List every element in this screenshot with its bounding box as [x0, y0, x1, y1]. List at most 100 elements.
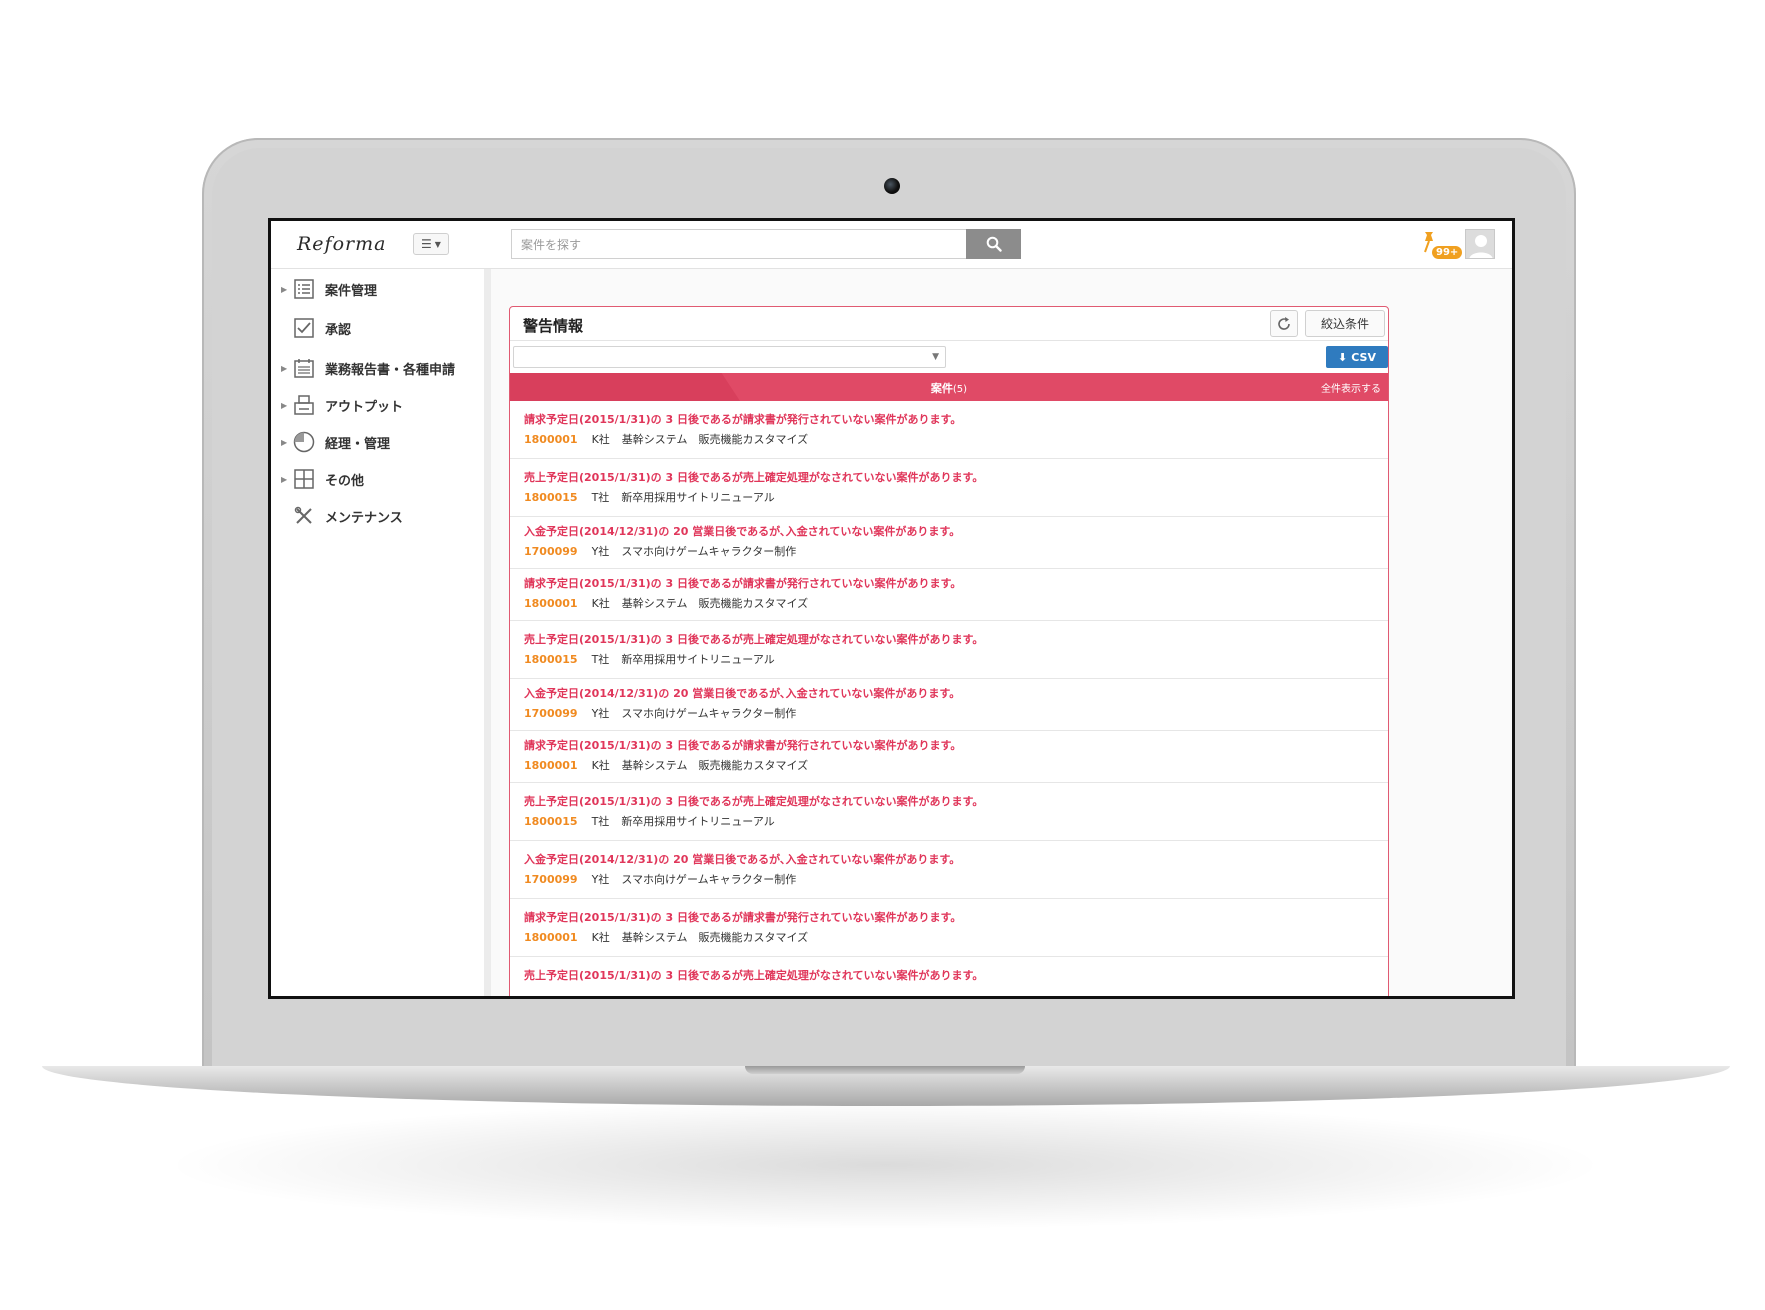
sidebar-item-label: 案件管理	[325, 283, 378, 299]
project-id[interactable]: 1800015	[524, 653, 578, 666]
csv-label: CSV	[1351, 350, 1376, 364]
notification-badge: 99+	[1431, 245, 1464, 260]
sidebar-item-label: その他	[325, 473, 365, 489]
project-name: 新卒用採用サイトリニューアル	[621, 491, 775, 504]
list-item[interactable]: 請求予定日(2015/1/31)の 3 日後であるが請求書が発行されていない案件…	[510, 731, 1388, 783]
tools-icon	[293, 505, 315, 527]
list-item[interactable]: 売上予定日(2015/1/31)の 3 日後であるが売上確定処理がなされていない…	[510, 459, 1388, 517]
alert-meta: 1800015 T社 新卒用採用サイトリニューアル	[524, 813, 1388, 829]
project-id[interactable]: 1700099	[524, 545, 578, 558]
alert-message[interactable]: 入金予定日(2014/12/31)の 20 営業日後であるが､入金されていない案…	[524, 685, 1388, 701]
list-item[interactable]: 売上予定日(2015/1/31)の 3 日後であるが売上確定処理がなされていない…	[510, 621, 1388, 679]
caret-right-icon: ▶	[281, 400, 288, 410]
sidebar-item-accounting[interactable]: ▶ 経理・管理	[271, 424, 484, 460]
project-name: 新卒用採用サイトリニューアル	[621, 815, 775, 828]
company-name: T社	[591, 815, 610, 828]
laptop-base-notch	[745, 1066, 1025, 1074]
app-screen: Reforma ☰ ▼ 案件を探す 99+ ▶ 案件管理 承認 ▶ 業務報告書・…	[268, 218, 1515, 999]
sidebar-item-reports[interactable]: ▶ 業務報告書・各種申請	[271, 350, 484, 386]
download-icon: ⬇	[1338, 350, 1348, 364]
caret-right-icon: ▶	[281, 363, 288, 373]
alert-meta: 1800001 K社 基幹システム 販売機能カスタマイズ	[524, 757, 1388, 773]
project-id[interactable]: 1700099	[524, 873, 578, 886]
project-id[interactable]: 1800015	[524, 491, 578, 504]
list-item[interactable]: 売上予定日(2015/1/31)の 3 日後であるが売上確定処理がなされていない…	[510, 783, 1388, 841]
search-button[interactable]	[966, 229, 1021, 259]
alert-meta: 1800001 K社 基幹システム 販売機能カスタマイズ	[524, 431, 1388, 447]
alert-message[interactable]: 売上予定日(2015/1/31)の 3 日後であるが売上確定処理がなされていない…	[524, 967, 1388, 983]
tab-projects[interactable]: 案件(5)	[510, 380, 1388, 396]
alert-message[interactable]: 売上予定日(2015/1/31)の 3 日後であるが売上確定処理がなされていない…	[524, 631, 1388, 647]
panel-title: 警告情報	[523, 317, 584, 335]
sidebar-item-label: 業務報告書・各種申請	[325, 362, 456, 378]
sidebar-item-label: アウトプット	[325, 399, 404, 415]
sidebar-item-label: 承認	[325, 322, 352, 338]
project-id[interactable]: 1800001	[524, 759, 578, 772]
alert-message[interactable]: 請求予定日(2015/1/31)の 3 日後であるが請求書が発行されていない案件…	[524, 411, 1388, 427]
alert-message[interactable]: 売上予定日(2015/1/31)の 3 日後であるが売上確定処理がなされていない…	[524, 469, 1388, 485]
search-bar: 案件を探す	[511, 229, 1021, 259]
project-id[interactable]: 1800015	[524, 815, 578, 828]
filter-button[interactable]: 絞込条件	[1305, 310, 1385, 337]
alert-meta: 1800001 K社 基幹システム 販売機能カスタマイズ	[524, 929, 1388, 945]
project-name: スマホ向けゲームキャラクター制作	[621, 707, 797, 720]
company-name: T社	[591, 491, 610, 504]
alert-panel: 警告情報 絞込条件 ▼ ⬇ CSV 案件(5) 全件表示する 請求予定日(201…	[509, 306, 1389, 996]
list-item[interactable]: 請求予定日(2015/1/31)の 3 日後であるが請求書が発行されていない案件…	[510, 899, 1388, 957]
list-item[interactable]: 売上予定日(2015/1/31)の 3 日後であるが売上確定処理がなされていない…	[510, 957, 1388, 996]
sidebar-item-output[interactable]: ▶ アウトプット	[271, 387, 484, 423]
alert-message[interactable]: 請求予定日(2015/1/31)の 3 日後であるが請求書が発行されていない案件…	[524, 737, 1388, 753]
alert-message[interactable]: 入金予定日(2014/12/31)の 20 営業日後であるが､入金されていない案…	[524, 851, 1388, 867]
project-name: 基幹システム 販売機能カスタマイズ	[621, 597, 809, 610]
alert-message[interactable]: 入金予定日(2014/12/31)の 20 営業日後であるが､入金されていない案…	[524, 523, 1388, 539]
company-name: Y社	[591, 873, 610, 886]
company-name: Y社	[591, 545, 610, 558]
filter-select[interactable]: ▼	[513, 346, 946, 368]
project-name: 基幹システム 販売機能カスタマイズ	[621, 931, 809, 944]
alert-meta: 1800001 K社 基幹システム 販売機能カスタマイズ	[524, 595, 1388, 611]
alert-message[interactable]: 請求予定日(2015/1/31)の 3 日後であるが請求書が発行されていない案件…	[524, 909, 1388, 925]
caret-right-icon: ▶	[281, 474, 288, 484]
list-item[interactable]: 請求予定日(2015/1/31)の 3 日後であるが請求書が発行されていない案件…	[510, 569, 1388, 621]
csv-download-button[interactable]: ⬇ CSV	[1326, 346, 1388, 368]
caret-right-icon: ▶	[281, 437, 288, 447]
notification-button[interactable]: 99+	[1419, 231, 1464, 261]
sidebar-item-other[interactable]: ▶ その他	[271, 461, 484, 497]
project-id[interactable]: 1800001	[524, 931, 578, 944]
app-logo[interactable]: Reforma	[297, 233, 386, 255]
alert-message[interactable]: 売上予定日(2015/1/31)の 3 日後であるが売上確定処理がなされていない…	[524, 793, 1388, 809]
search-input[interactable]: 案件を探す	[511, 229, 966, 259]
project-id[interactable]: 1700099	[524, 707, 578, 720]
alert-meta	[524, 987, 1388, 996]
sidebar-item-project-management[interactable]: ▶ 案件管理	[271, 271, 484, 307]
project-id[interactable]: 1800001	[524, 597, 578, 610]
avatar[interactable]	[1465, 229, 1495, 259]
main-content: 警告情報 絞込条件 ▼ ⬇ CSV 案件(5) 全件表示する 請求予定日(201…	[491, 269, 1512, 996]
list-icon	[293, 278, 315, 300]
alert-message[interactable]: 請求予定日(2015/1/31)の 3 日後であるが請求書が発行されていない案件…	[524, 575, 1388, 591]
refresh-icon	[1278, 316, 1290, 330]
company-name: K社	[591, 597, 610, 610]
sidebar: ▶ 案件管理 承認 ▶ 業務報告書・各種申請 ▶ アウトプット ▶ 経理・管理 …	[271, 269, 491, 996]
project-name: スマホ向けゲームキャラクター制作	[621, 873, 797, 886]
menu-toggle-button[interactable]: ☰ ▼	[413, 233, 449, 255]
company-name: K社	[591, 759, 610, 772]
show-all-link[interactable]: 全件表示する	[1321, 380, 1381, 395]
list-item[interactable]: 請求予定日(2015/1/31)の 3 日後であるが請求書が発行されていない案件…	[510, 401, 1388, 459]
project-id[interactable]: 1800001	[524, 433, 578, 446]
list-item[interactable]: 入金予定日(2014/12/31)の 20 営業日後であるが､入金されていない案…	[510, 841, 1388, 899]
company-name: K社	[591, 931, 610, 944]
sidebar-item-maintenance[interactable]: メンテナンス	[271, 498, 484, 534]
project-name: 新卒用採用サイトリニューアル	[621, 653, 775, 666]
tab-label: 案件	[930, 382, 953, 395]
alert-meta: 1800015 T社 新卒用採用サイトリニューアル	[524, 651, 1388, 667]
list-item[interactable]: 入金予定日(2014/12/31)の 20 営業日後であるが､入金されていない案…	[510, 517, 1388, 569]
list-item[interactable]: 入金予定日(2014/12/31)の 20 営業日後であるが､入金されていない案…	[510, 679, 1388, 731]
project-name: スマホ向けゲームキャラクター制作	[621, 545, 797, 558]
project-name: 基幹システム 販売機能カスタマイズ	[621, 759, 809, 772]
refresh-button[interactable]	[1270, 310, 1298, 337]
tab-bar: 案件(5) 全件表示する	[510, 373, 1388, 401]
user-icon	[1466, 230, 1494, 258]
sidebar-item-approval[interactable]: 承認	[271, 310, 484, 346]
chevron-down-icon: ▼	[434, 239, 441, 249]
